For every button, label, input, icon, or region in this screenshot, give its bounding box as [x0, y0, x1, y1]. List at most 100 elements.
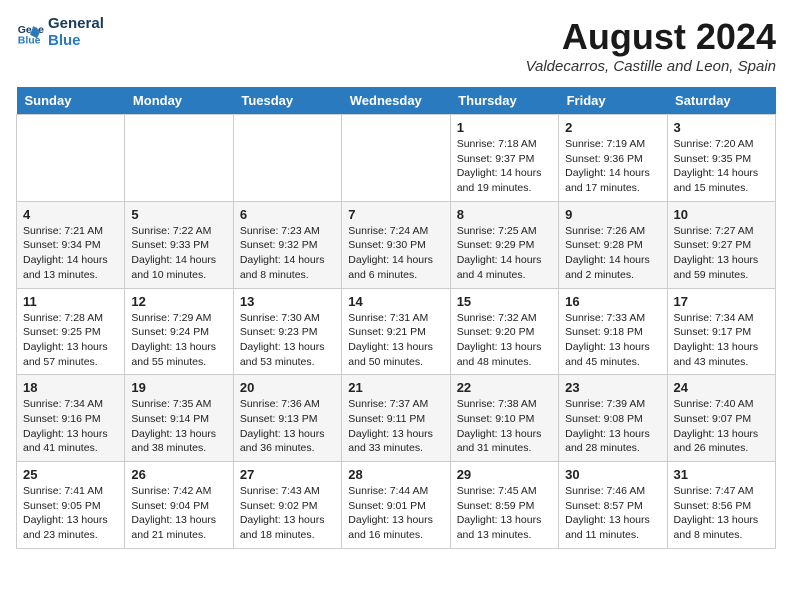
cell-text: Sunrise: 7:36 AM	[240, 397, 335, 412]
day-number: 1	[457, 120, 552, 135]
cell-text: Daylight: 13 hours	[565, 340, 660, 355]
day-number: 17	[674, 294, 769, 309]
header-tuesday: Tuesday	[233, 87, 341, 115]
calendar-cell: 21Sunrise: 7:37 AMSunset: 9:11 PMDayligh…	[342, 375, 450, 462]
day-number: 9	[565, 207, 660, 222]
cell-text: Sunrise: 7:24 AM	[348, 224, 443, 239]
calendar-body: 1Sunrise: 7:18 AMSunset: 9:37 PMDaylight…	[17, 115, 776, 549]
cell-text: Sunset: 9:02 PM	[240, 499, 335, 514]
day-number: 8	[457, 207, 552, 222]
cell-text: Sunrise: 7:30 AM	[240, 311, 335, 326]
header-row: SundayMondayTuesdayWednesdayThursdayFrid…	[17, 87, 776, 115]
day-number: 29	[457, 467, 552, 482]
calendar-cell: 8Sunrise: 7:25 AMSunset: 9:29 PMDaylight…	[450, 201, 558, 288]
cell-text: Sunrise: 7:33 AM	[565, 311, 660, 326]
day-number: 6	[240, 207, 335, 222]
cell-text: Sunrise: 7:27 AM	[674, 224, 769, 239]
calendar-cell: 22Sunrise: 7:38 AMSunset: 9:10 PMDayligh…	[450, 375, 558, 462]
cell-text: Daylight: 14 hours	[674, 166, 769, 181]
cell-text: Daylight: 13 hours	[240, 340, 335, 355]
calendar-table: SundayMondayTuesdayWednesdayThursdayFrid…	[16, 87, 776, 549]
cell-text: and 4 minutes.	[457, 268, 552, 283]
logo-icon: General Blue	[16, 19, 44, 47]
calendar-cell: 9Sunrise: 7:26 AMSunset: 9:28 PMDaylight…	[559, 201, 667, 288]
cell-text: Daylight: 13 hours	[674, 513, 769, 528]
cell-text: and 15 minutes.	[674, 181, 769, 196]
calendar-cell: 28Sunrise: 7:44 AMSunset: 9:01 PMDayligh…	[342, 462, 450, 549]
day-number: 14	[348, 294, 443, 309]
cell-text: Sunrise: 7:32 AM	[457, 311, 552, 326]
day-number: 20	[240, 380, 335, 395]
cell-text: and 2 minutes.	[565, 268, 660, 283]
cell-text: Sunset: 9:24 PM	[131, 325, 226, 340]
week-row-2: 4Sunrise: 7:21 AMSunset: 9:34 PMDaylight…	[17, 201, 776, 288]
calendar-cell: 25Sunrise: 7:41 AMSunset: 9:05 PMDayligh…	[17, 462, 125, 549]
cell-text: Daylight: 14 hours	[23, 253, 118, 268]
calendar-cell: 11 Sunrise: 7:28 AMSunset: 9:25 PMDayligh…	[17, 288, 125, 375]
cell-text: Sunrise: 7:47 AM	[674, 484, 769, 499]
cell-text: and 10 minutes.	[131, 268, 226, 283]
week-row-5: 25Sunrise: 7:41 AMSunset: 9:05 PMDayligh…	[17, 462, 776, 549]
day-number: 15	[457, 294, 552, 309]
calendar-cell: 23Sunrise: 7:39 AMSunset: 9:08 PMDayligh…	[559, 375, 667, 462]
day-number: 2	[565, 120, 660, 135]
cell-text: Sunrise: 7:19 AM	[565, 137, 660, 152]
cell-text: Sunset: 9:29 PM	[457, 238, 552, 253]
cell-text: and 8 minutes.	[674, 528, 769, 543]
cell-text: and 17 minutes.	[565, 181, 660, 196]
cell-text: Daylight: 13 hours	[457, 427, 552, 442]
cell-text: Daylight: 14 hours	[348, 253, 443, 268]
cell-text: Daylight: 14 hours	[131, 253, 226, 268]
cell-text: Daylight: 13 hours	[674, 253, 769, 268]
cell-text: Sunrise: 7:31 AM	[348, 311, 443, 326]
cell-text: Sunset: 9:34 PM	[23, 238, 118, 253]
calendar-cell: 12Sunrise: 7:29 AMSunset: 9:24 PMDayligh…	[125, 288, 233, 375]
day-number: 16	[565, 294, 660, 309]
cell-text: Sunset: 9:27 PM	[674, 238, 769, 253]
cell-text: Daylight: 14 hours	[565, 253, 660, 268]
cell-text: and 48 minutes.	[457, 355, 552, 370]
cell-text: and 16 minutes.	[348, 528, 443, 543]
cell-text: Daylight: 13 hours	[565, 427, 660, 442]
cell-text: Sunrise: 7:40 AM	[674, 397, 769, 412]
cell-text: Sunset: 9:14 PM	[131, 412, 226, 427]
cell-text: Sunrise: 7:45 AM	[457, 484, 552, 499]
cell-text: Sunrise: 7:46 AM	[565, 484, 660, 499]
calendar-cell: 13Sunrise: 7:30 AMSunset: 9:23 PMDayligh…	[233, 288, 341, 375]
cell-text: Daylight: 13 hours	[348, 340, 443, 355]
calendar-cell: 7Sunrise: 7:24 AMSunset: 9:30 PMDaylight…	[342, 201, 450, 288]
cell-text: and 23 minutes.	[23, 528, 118, 543]
cell-text: Sunrise: 7:37 AM	[348, 397, 443, 412]
cell-text: Sunrise: 7:28 AM	[23, 311, 118, 326]
cell-text: and 6 minutes.	[348, 268, 443, 283]
cell-text: Sunrise: 7:34 AM	[674, 311, 769, 326]
day-number: 11	[23, 294, 118, 309]
cell-text: Daylight: 13 hours	[565, 513, 660, 528]
cell-text: Sunrise: 7:20 AM	[674, 137, 769, 152]
day-number: 10	[674, 207, 769, 222]
cell-text: Sunset: 9:25 PM	[23, 325, 118, 340]
day-number: 4	[23, 207, 118, 222]
day-number: 12	[131, 294, 226, 309]
day-number: 5	[131, 207, 226, 222]
calendar-cell: 5Sunrise: 7:22 AMSunset: 9:33 PMDaylight…	[125, 201, 233, 288]
cell-text: Sunset: 9:20 PM	[457, 325, 552, 340]
day-number: 27	[240, 467, 335, 482]
cell-text: Sunrise: 7:43 AM	[240, 484, 335, 499]
cell-text: Daylight: 13 hours	[131, 427, 226, 442]
logo-text: General Blue	[48, 16, 104, 49]
cell-text: and 41 minutes.	[23, 441, 118, 456]
cell-text: Daylight: 13 hours	[23, 340, 118, 355]
cell-text: and 13 minutes.	[457, 528, 552, 543]
cell-text: Sunrise: 7:41 AM	[23, 484, 118, 499]
calendar-cell: 4Sunrise: 7:21 AMSunset: 9:34 PMDaylight…	[17, 201, 125, 288]
cell-text: Sunset: 9:13 PM	[240, 412, 335, 427]
day-number: 3	[674, 120, 769, 135]
cell-text: and 43 minutes.	[674, 355, 769, 370]
cell-text: Sunrise: 7:34 AM	[23, 397, 118, 412]
cell-text: Sunrise: 7:35 AM	[131, 397, 226, 412]
calendar-cell: 1Sunrise: 7:18 AMSunset: 9:37 PMDaylight…	[450, 115, 558, 202]
cell-text: Sunset: 8:56 PM	[674, 499, 769, 514]
logo: General Blue General Blue	[16, 16, 104, 49]
day-number: 23	[565, 380, 660, 395]
